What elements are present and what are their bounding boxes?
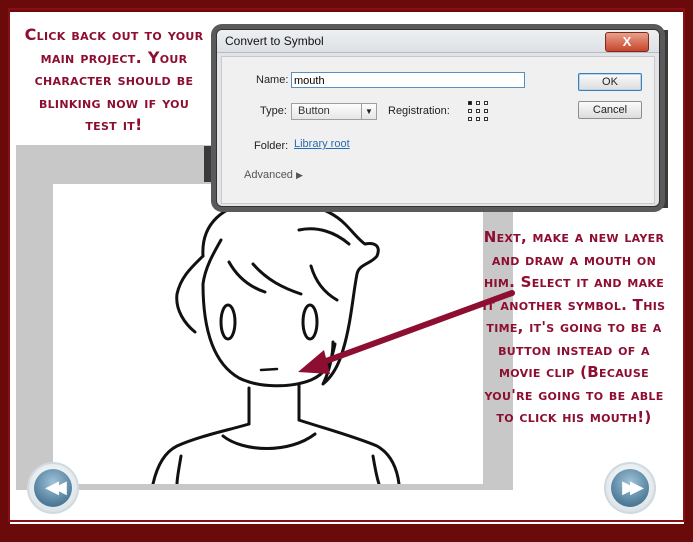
fast-forward-icon: ▶▶ (622, 477, 644, 498)
top-instruction-note: Click back out to your main project. You… (24, 25, 204, 134)
rewind-icon: ◀◀ (45, 477, 67, 498)
registration-point-top-left[interactable] (468, 101, 472, 105)
type-select[interactable]: Button ▼ (291, 103, 377, 120)
stage-canvas (53, 184, 483, 484)
dialog-titlebar[interactable]: Convert to Symbol X (217, 30, 659, 53)
registration-point-bottom-right[interactable] (484, 117, 488, 121)
registration-point-middle-left[interactable] (468, 109, 472, 113)
character-drawing (151, 200, 401, 484)
name-input[interactable]: mouth (291, 72, 525, 88)
registration-grid[interactable] (468, 101, 490, 123)
library-root-link[interactable]: Library root (294, 138, 350, 150)
registration-point-bottom-left[interactable] (468, 117, 472, 121)
chevron-right-icon: ▶ (296, 170, 303, 180)
next-button[interactable]: ▶▶ (604, 462, 656, 514)
registration-label: Registration: (388, 105, 450, 117)
cancel-button[interactable]: Cancel (578, 101, 642, 119)
registration-point-top-center[interactable] (476, 101, 480, 105)
close-icon: X (622, 34, 632, 49)
dialog-title: Convert to Symbol (225, 34, 324, 48)
ok-button[interactable]: OK (578, 73, 642, 91)
name-label: Name: (256, 74, 289, 86)
registration-point-center[interactable] (476, 109, 480, 113)
right-instruction-note: Next, make a new layer and draw a mouth … (482, 228, 666, 426)
previous-button[interactable]: ◀◀ (27, 462, 79, 514)
registration-point-bottom-center[interactable] (476, 117, 480, 121)
close-button[interactable]: X (605, 32, 649, 52)
chevron-down-icon: ▼ (361, 104, 376, 119)
advanced-label: Advanced (244, 169, 293, 181)
type-label: Type: (260, 105, 287, 117)
type-select-value: Button (298, 105, 330, 117)
registration-point-middle-right[interactable] (484, 109, 488, 113)
registration-point-top-right[interactable] (484, 101, 488, 105)
app-panel-edge-left (204, 146, 216, 182)
dialog-body: Name: mouth Type: Button ▼ Registration:… (221, 56, 655, 204)
folder-label: Folder: (254, 140, 289, 152)
convert-to-symbol-dialog: Convert to Symbol X Name: mouth Type: Bu… (216, 29, 660, 207)
advanced-toggle[interactable]: Advanced ▶ (244, 169, 303, 181)
